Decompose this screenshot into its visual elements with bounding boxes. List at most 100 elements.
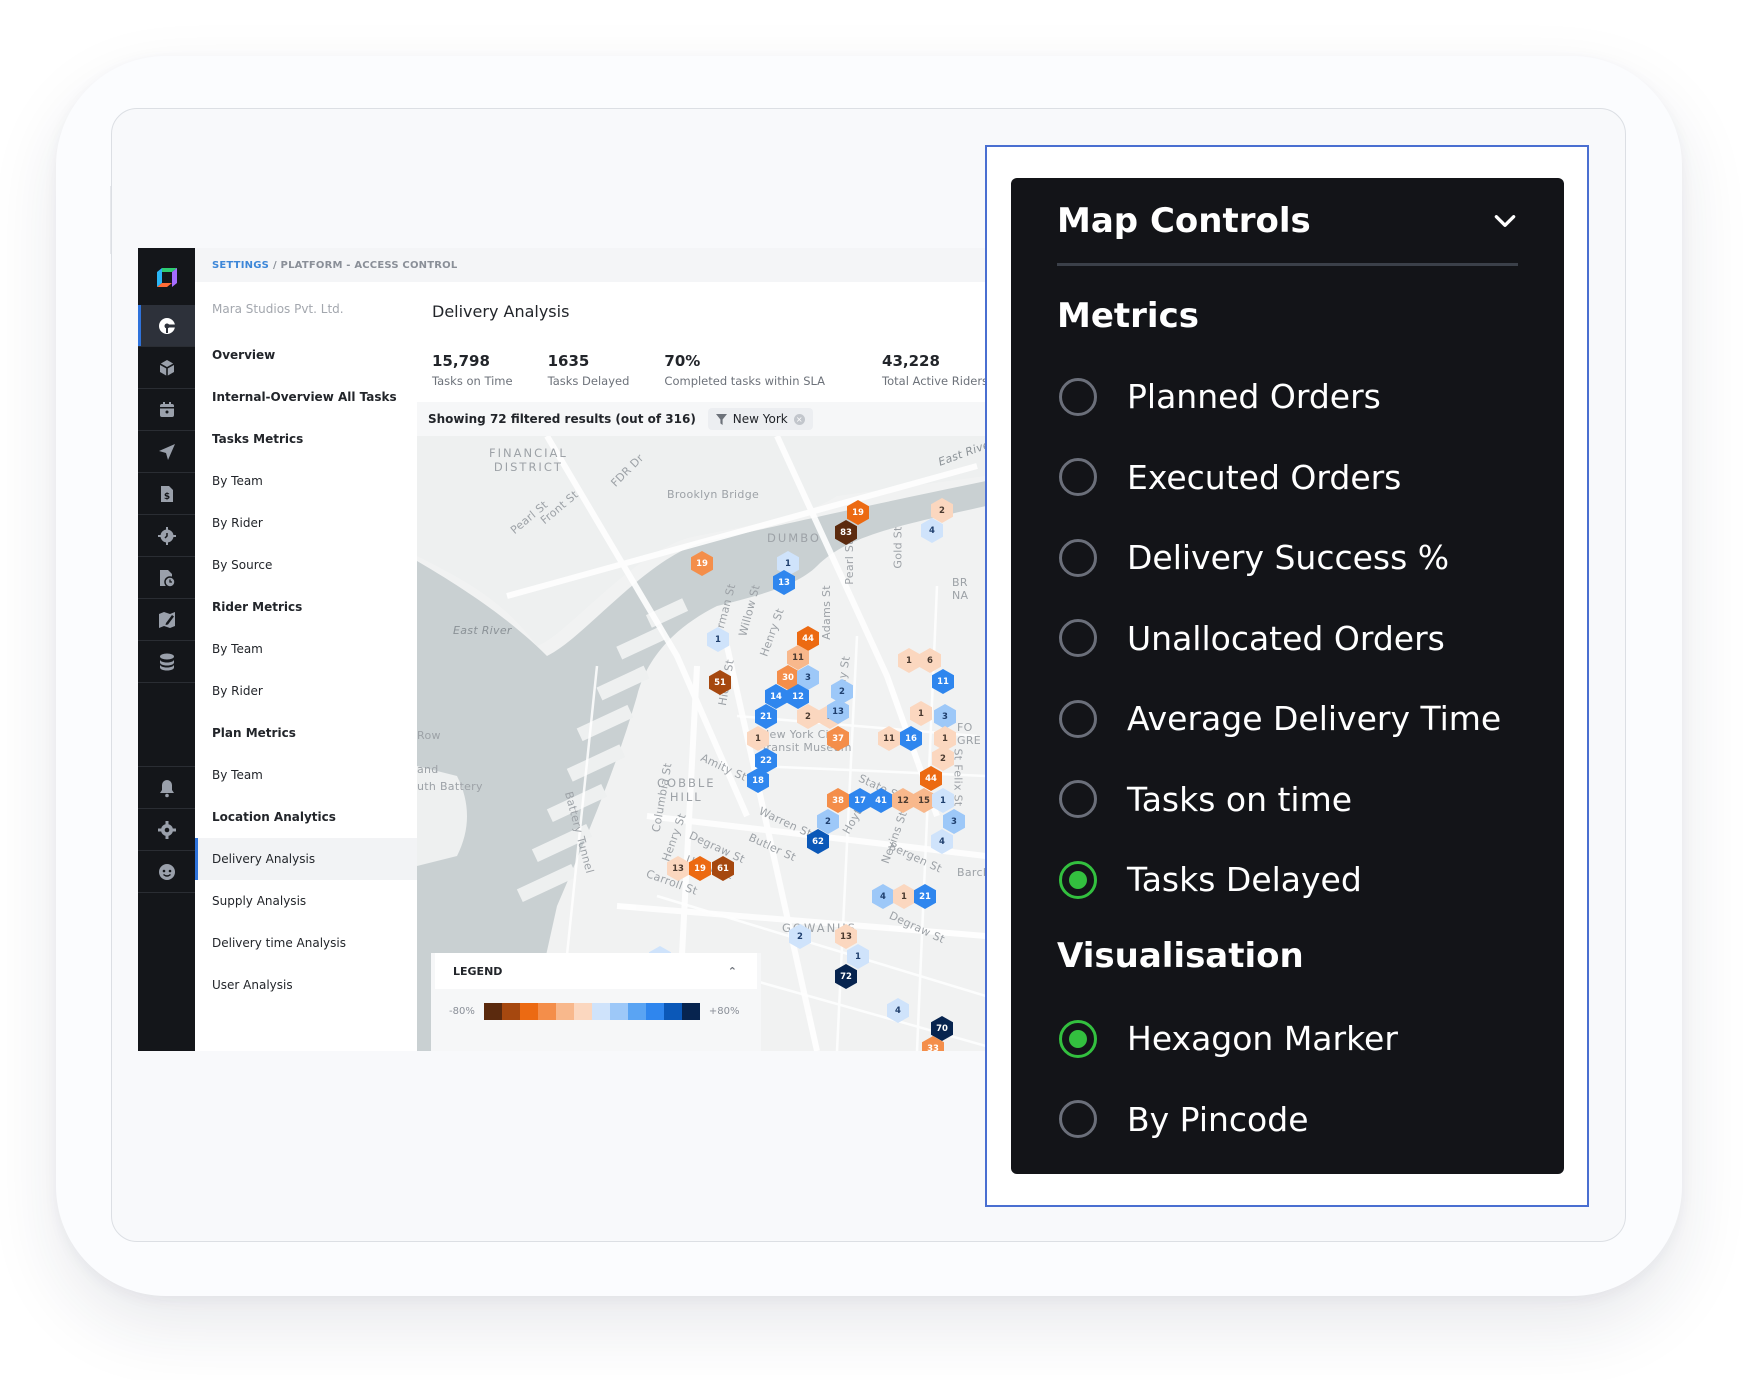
legend-swatch xyxy=(681,1003,700,1020)
bell-icon xyxy=(157,778,177,798)
file-clock-icon xyxy=(157,568,177,588)
map-canvas[interactable]: FINANCIAL DISTRICT Pearl St Front St FDR Dr… xyxy=(417,436,986,1051)
map-label: and xyxy=(417,763,439,776)
radio-unselected-icon[interactable] xyxy=(1059,458,1097,496)
sub-navigation: Mara Studios Pvt. Ltd. Overview Internal-… xyxy=(195,282,417,1051)
subnav-item-by-team[interactable]: By Team xyxy=(195,460,417,502)
subnav-item-by-team[interactable]: By Team xyxy=(195,628,417,670)
rail-item-settings-gear[interactable] xyxy=(138,809,195,851)
radio-option-label: By Pincode xyxy=(1127,1099,1309,1139)
stat-card: 70% Completed tasks within SLA xyxy=(664,352,825,388)
page-title: Delivery Analysis xyxy=(432,302,570,321)
rail-item-file-clock[interactable] xyxy=(138,557,195,599)
chevron-down-icon[interactable] xyxy=(1492,208,1518,234)
filter-chip-label: New York xyxy=(732,412,788,426)
radio-unselected-icon[interactable] xyxy=(1059,377,1097,416)
radio-unselected-icon[interactable] xyxy=(1059,699,1097,738)
legend-max-label: +80% xyxy=(708,1006,740,1017)
visualisation-section-title: Visualisation xyxy=(1057,936,1304,976)
subnav-item-delivery-time-analysis[interactable]: Delivery time Analysis xyxy=(195,922,417,964)
map-edit-icon xyxy=(157,610,177,630)
rail-item-map-edit[interactable] xyxy=(138,599,195,641)
subnav-item-by-rider[interactable]: By Rider xyxy=(195,670,417,712)
close-icon[interactable]: × xyxy=(793,413,805,425)
legend-swatch xyxy=(555,1003,574,1020)
settings-gear-icon xyxy=(157,820,177,840)
map-label: Gold St xyxy=(891,526,905,569)
svg-text:$: $ xyxy=(163,492,169,502)
radio-option-by-pincode[interactable]: By Pincode xyxy=(1059,1100,1309,1139)
rail-item-bell[interactable] xyxy=(138,767,195,809)
subnav-item-internal-overview-all-tasks[interactable]: Internal-Overview All Tasks xyxy=(195,376,417,418)
radio-option-delivery-success[interactable]: Delivery Success % xyxy=(1059,538,1449,577)
radio-option-executed-orders[interactable]: Executed Orders xyxy=(1059,458,1401,497)
subnav-list: Overview Internal-Overview All Tasks Tasks… xyxy=(195,334,417,1006)
rail-item-dashboard-gauge[interactable] xyxy=(138,305,195,347)
radio-selected-icon[interactable] xyxy=(1059,1019,1097,1058)
radio-option-label: Hexagon Marker xyxy=(1127,1019,1398,1058)
rail-item-logo[interactable] xyxy=(138,248,195,305)
map-label: FO GRE xyxy=(957,721,982,747)
radio-option-planned-orders[interactable]: Planned Orders xyxy=(1059,377,1381,416)
subnav-item-rider-metrics[interactable]: Rider Metrics xyxy=(195,586,417,628)
legend-min-label: -80% xyxy=(449,1006,475,1017)
chevron-up-icon[interactable]: ⌃ xyxy=(728,965,737,978)
subnav-item-tasks-metrics[interactable]: Tasks Metrics xyxy=(195,418,417,460)
radio-option-tasks-delayed[interactable]: Tasks Delayed xyxy=(1059,860,1362,899)
map-label: DUMBO xyxy=(767,531,821,545)
filter-bar: Showing 72 filtered results (out of 316)… xyxy=(417,402,986,436)
radio-unselected-icon[interactable] xyxy=(1059,780,1097,818)
subnav-item-delivery-analysis[interactable]: Delivery Analysis xyxy=(195,838,417,880)
radio-unselected-icon[interactable] xyxy=(1059,538,1097,577)
stat-label: Tasks Delayed xyxy=(547,374,630,388)
stat-label: Total Active Riders xyxy=(882,374,986,388)
map-controls-header[interactable]: Map Controls xyxy=(1057,178,1518,266)
subnav-item-by-rider[interactable]: By Rider xyxy=(195,502,417,544)
rail-item-support-face[interactable] xyxy=(138,851,195,893)
radio-option-hexagon-marker[interactable]: Hexagon Marker xyxy=(1059,1019,1398,1058)
subnav-item-plan-metrics[interactable]: Plan Metrics xyxy=(195,712,417,754)
rail-item-invoice-dollar[interactable]: $ xyxy=(138,473,195,515)
stat-label: Completed tasks within SLA xyxy=(664,374,826,388)
radio-option-label: Planned Orders xyxy=(1127,377,1381,416)
rail-item-navigation-arrow[interactable] xyxy=(138,431,195,473)
map-label: FINANCIAL DISTRICT xyxy=(489,446,568,474)
stat-card: 1635 Tasks Delayed xyxy=(548,352,630,388)
legend-header[interactable]: LEGEND ⌃ xyxy=(435,953,757,989)
radio-unselected-icon[interactable] xyxy=(1059,619,1097,657)
breadcrumb-current: / PLATFORM - ACCESS CONTROL xyxy=(273,259,458,271)
radio-option-unallocated-orders[interactable]: Unallocated Orders xyxy=(1059,619,1445,658)
legend-swatch xyxy=(537,1003,556,1020)
breadcrumb-settings-link[interactable]: SETTINGS xyxy=(212,260,269,271)
subnav-item-overview[interactable]: Overview xyxy=(195,334,417,376)
map-label: East River xyxy=(453,624,512,637)
stat-value: 15,798 xyxy=(432,352,490,370)
support-face-icon xyxy=(157,862,177,882)
rail-item-database[interactable] xyxy=(138,641,195,683)
legend-title: LEGEND xyxy=(453,964,503,978)
radio-option-tasks-on-time[interactable]: Tasks on time xyxy=(1059,780,1352,819)
rail-item-package-box[interactable] xyxy=(138,347,195,389)
calendar-icon xyxy=(157,400,177,420)
filter-chip-city[interactable]: New York × xyxy=(707,408,813,430)
radio-unselected-icon[interactable] xyxy=(1059,1100,1097,1138)
rail-item-calendar[interactable] xyxy=(138,389,195,431)
legend-swatch xyxy=(591,1003,610,1020)
subnav-item-user-analysis[interactable]: User Analysis xyxy=(195,964,417,1006)
filter-results-text: Showing 72 filtered results (out of 316) xyxy=(428,412,696,426)
subnav-item-by-source[interactable]: By Source xyxy=(195,544,417,586)
rail-item-gear-clock[interactable] xyxy=(138,515,195,557)
stats-row: 15,798 Tasks on Time 1635 Tasks Delayed 70% C… xyxy=(432,352,986,388)
radio-selected-icon[interactable] xyxy=(1059,860,1097,899)
legend-swatches xyxy=(483,1003,700,1020)
radio-option-average-delivery-time[interactable]: Average Delivery Time xyxy=(1059,699,1501,738)
legend-swatch xyxy=(627,1003,646,1020)
app-window: $ SETTINGS / PLATFORM - ACCESS CONTROL M… xyxy=(138,248,986,1051)
subnav-item-supply-analysis[interactable]: Supply Analysis xyxy=(195,880,417,922)
subnav-item-by-team[interactable]: By Team xyxy=(195,754,417,796)
map-controls-title: Map Controls xyxy=(1057,200,1311,241)
radio-option-label: Unallocated Orders xyxy=(1127,618,1445,658)
subnav-item-location-analytics[interactable]: Location Analytics xyxy=(195,796,417,838)
map-label: Brooklyn Bridge xyxy=(667,488,760,501)
legend-swatch xyxy=(663,1003,682,1020)
